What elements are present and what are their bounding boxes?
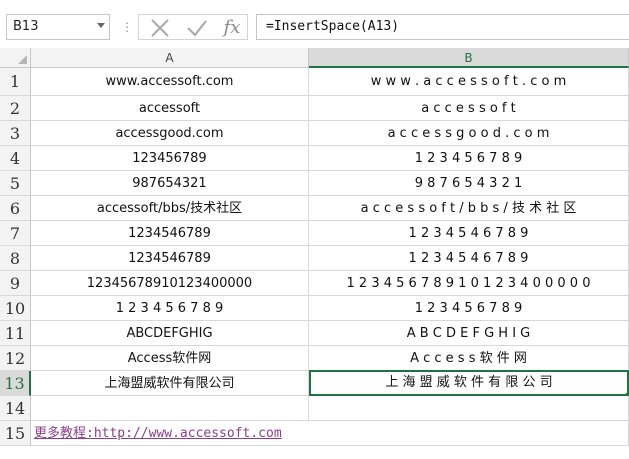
row-header[interactable]: 7 xyxy=(0,221,31,246)
spreadsheet-grid: A B 1 www.accessoft.com w w w . a c c e s … xyxy=(0,48,629,459)
cell-a[interactable]: 1234546789 xyxy=(31,246,309,271)
select-all-button[interactable] xyxy=(0,48,31,68)
cell-b[interactable]: A c c e s s 软 件 网 xyxy=(309,346,629,371)
cell-b[interactable]: 1 2 3 4 5 4 6 7 8 9 xyxy=(309,221,629,246)
row-header[interactable]: 12 xyxy=(0,346,31,371)
cell-b[interactable] xyxy=(309,396,629,421)
cell-b[interactable]: 1 2 3 4 5 6 7 8 9 xyxy=(309,296,629,321)
name-box-value: B13 xyxy=(13,19,39,34)
cell-b[interactable]: 1 2 3 4 5 4 6 7 8 9 xyxy=(309,246,629,271)
enter-check-icon[interactable] xyxy=(184,17,210,39)
column-header-b[interactable]: B xyxy=(309,48,629,68)
cell-b[interactable]: a c c e s s g o o d . c o m xyxy=(309,121,629,146)
formula-input[interactable]: =InsertSpace(A13) xyxy=(256,14,629,40)
cell-b[interactable]: 9 8 7 6 5 4 3 2 1 xyxy=(309,171,629,196)
cell-a[interactable]: 12345678910123400000 xyxy=(31,271,309,296)
row-header[interactable]: 9 xyxy=(0,271,31,296)
cell-b[interactable]: A B C D E F G H I G xyxy=(309,321,629,346)
row-header[interactable]: 1 xyxy=(0,68,31,96)
cell-b[interactable]: 1 2 3 4 5 6 7 8 9 xyxy=(309,146,629,171)
row-header[interactable]: 3 xyxy=(0,121,31,146)
cell-a[interactable] xyxy=(31,396,309,421)
name-box[interactable]: B13 xyxy=(6,14,110,40)
cell-a[interactable]: 987654321 xyxy=(31,171,309,196)
active-cell[interactable]: 上 海 盟 威 软 件 有 限 公 司 xyxy=(309,370,629,396)
column-header-a[interactable]: A xyxy=(31,48,309,68)
row-header[interactable]: 15 xyxy=(0,421,31,446)
row-header[interactable]: 14 xyxy=(0,396,31,421)
cancel-icon[interactable] xyxy=(147,17,173,39)
row-header[interactable]: 13 xyxy=(0,371,31,396)
formula-text: =InsertSpace(A13) xyxy=(266,19,400,34)
chevron-down-icon[interactable] xyxy=(97,23,105,28)
formula-buttons: fx xyxy=(138,14,248,40)
row-header[interactable]: 8 xyxy=(0,246,31,271)
cell-b[interactable] xyxy=(309,421,629,446)
formula-bar: B13 ⋮ fx =InsertSpace(A13) xyxy=(0,0,629,48)
select-all-icon xyxy=(18,55,27,64)
cell-a[interactable]: www.accessoft.com xyxy=(31,68,309,96)
row-header[interactable]: 11 xyxy=(0,321,31,346)
cell-a[interactable]: 1 2 3 4 5 6 7 8 9 xyxy=(31,296,309,321)
cell-a[interactable]: Access软件网 xyxy=(31,346,309,371)
cell-b[interactable]: w w w . a c c e s s o f t . c o m xyxy=(309,68,629,96)
row-header[interactable]: 10 xyxy=(0,296,31,321)
insert-function-button[interactable]: fx xyxy=(219,17,245,39)
cell-a[interactable]: 123456789 xyxy=(31,146,309,171)
cell-b[interactable]: a c c e s s o f t xyxy=(309,96,629,121)
cell-a[interactable]: accessoft xyxy=(31,96,309,121)
row-header[interactable]: 2 xyxy=(0,96,31,121)
cell-a[interactable]: 1234546789 xyxy=(31,221,309,246)
cell-a[interactable]: 上海盟威软件有限公司 xyxy=(31,371,309,396)
cell-b[interactable]: 1 2 3 4 5 6 7 8 9 1 0 1 2 3 4 0 0 0 0 0 xyxy=(309,271,629,296)
row-header[interactable]: 4 xyxy=(0,146,31,171)
row-header[interactable]: 5 xyxy=(0,171,31,196)
cell-a[interactable]: accessoft/bbs/技术社区 xyxy=(31,196,309,221)
cell-a[interactable]: ABCDEFGHIG xyxy=(31,321,309,346)
row-header[interactable]: 6 xyxy=(0,196,31,221)
cell-b[interactable]: a c c e s s o f t / b b s / 技 术 社 区 xyxy=(309,196,629,221)
more-options-icon[interactable]: ⋮ xyxy=(121,14,133,40)
cell-a[interactable]: accessgood.com xyxy=(31,121,309,146)
tutorial-link[interactable]: 更多教程:http://www.accessoft.com xyxy=(31,421,309,446)
